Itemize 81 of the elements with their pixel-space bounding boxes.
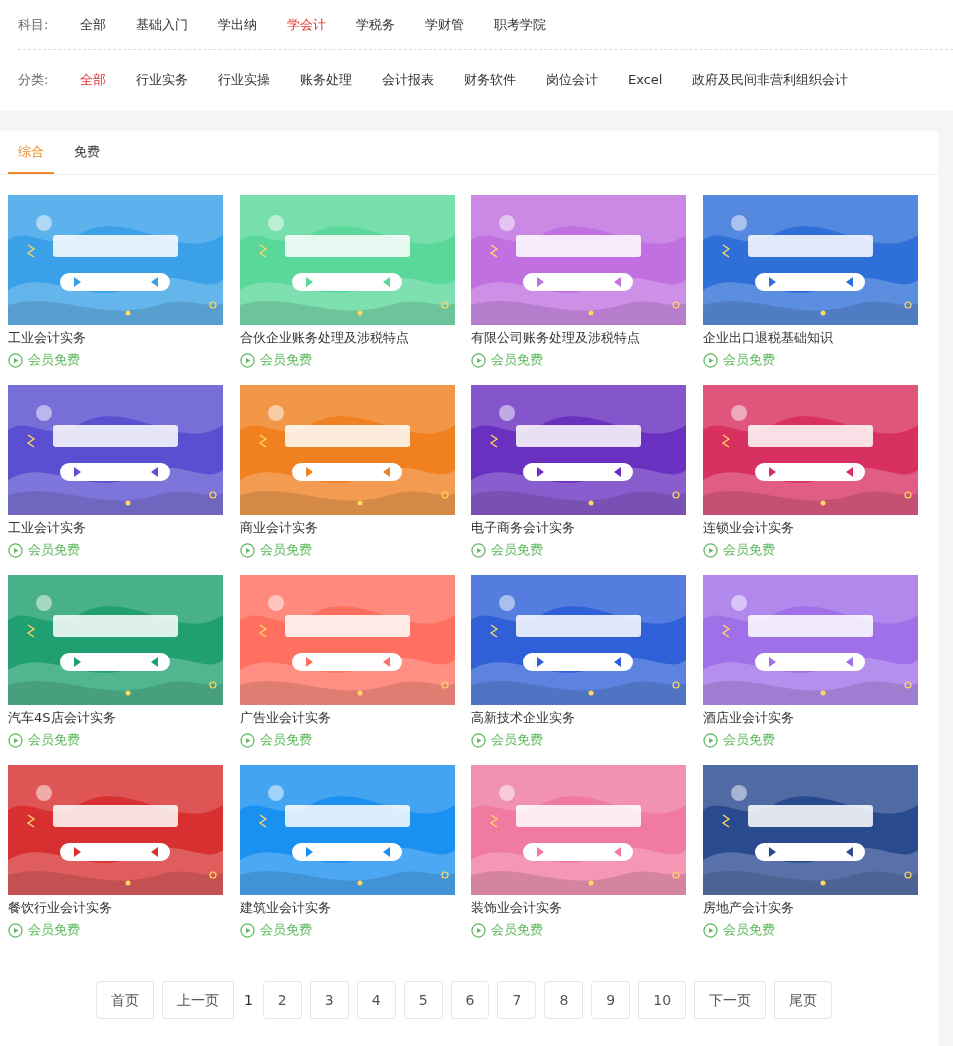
page-button[interactable]: 6 [450,981,490,1019]
filter-option[interactable]: 岗位会计 [546,70,598,90]
filter-option[interactable]: 财务软件 [464,70,516,90]
course-title[interactable]: 餐饮行业会计实务 [8,898,223,918]
price-label: 会员免费 [491,541,543,559]
price-label: 会员免费 [722,921,775,939]
play-icon [8,922,23,938]
filter-option[interactable]: 行业实操 [218,70,270,90]
page-button[interactable]: 首页 [95,981,154,1019]
course-title[interactable]: 房地产会计实务 [702,898,918,918]
filter-label: 科目: [18,15,50,34]
play-icon [239,732,255,748]
course-title[interactable]: 商业会计实务 [239,518,455,538]
page-button[interactable]: 8 [544,981,584,1019]
course-title[interactable]: 合伙企业账务处理及涉税特点 [239,328,455,348]
play-icon [702,352,718,368]
course-title[interactable]: 建筑业会计实务 [239,898,455,918]
filter-option[interactable]: 行业实务 [136,70,188,90]
filter-option[interactable]: 全部 [80,14,106,35]
filter-option[interactable]: 基础入门 [136,14,188,35]
course-title[interactable]: 装饰业会计实务 [471,898,686,918]
current-page: 1 [242,990,254,1010]
filter-option[interactable]: 职考学院 [494,14,546,35]
course-title[interactable]: 企业出口退税基础知识 [702,328,918,348]
course-title[interactable]: 电子商务会计实务 [471,518,686,538]
course-title[interactable]: 工业会计实务 [8,328,223,348]
price-label: 会员免费 [28,351,80,369]
course-title[interactable]: 汽车4S店会计实务 [8,708,223,728]
play-icon [8,542,23,558]
price-label: 会员免费 [259,921,312,939]
tab[interactable]: 免费 [64,131,110,174]
play-icon [8,732,23,748]
price-label: 会员免费 [491,921,543,939]
price-label: 会员免费 [491,351,543,369]
page-button[interactable]: 下一页 [694,981,767,1019]
price-label: 会员免费 [28,731,80,749]
play-icon [702,732,718,748]
play-icon [702,922,718,938]
course-title[interactable]: 高新技术企业实务 [471,708,686,728]
filter-option[interactable]: 学会计 [287,14,326,35]
page-button[interactable]: 上一页 [161,981,234,1019]
page-button[interactable]: 尾页 [774,981,833,1019]
play-icon [702,542,718,558]
course-title[interactable]: 酒店业会计实务 [702,708,918,728]
page-button[interactable]: 10 [638,981,687,1019]
course-title[interactable]: 广告业会计实务 [239,708,455,728]
play-icon [471,732,486,748]
play-icon [239,922,255,938]
filter-option[interactable]: 会计报表 [382,70,434,90]
price-label: 会员免费 [722,731,775,749]
play-icon [471,542,486,558]
page-button[interactable]: 5 [403,981,443,1019]
filter-option[interactable]: 学财管 [425,14,464,35]
page-button[interactable]: 7 [497,981,537,1019]
filter-option[interactable]: 学税务 [356,14,395,35]
page-button[interactable]: 3 [309,981,349,1019]
price-label: 会员免费 [259,731,312,749]
course-title[interactable]: 有限公司账务处理及涉税特点 [471,328,686,348]
play-icon [471,922,486,938]
price-label: 会员免费 [28,921,80,939]
play-icon [239,542,255,558]
price-label: 会员免费 [491,731,543,749]
filter-option[interactable]: 账务处理 [300,70,352,90]
price-label: 会员免费 [722,351,775,369]
price-label: 会员免费 [259,351,312,369]
play-icon [471,352,486,368]
page-button[interactable]: 4 [356,981,396,1019]
price-label: 会员免费 [259,541,312,559]
filter-label: 分类: [18,71,50,90]
filter-option[interactable]: Excel [628,70,663,90]
course-title[interactable]: 连锁业会计实务 [702,518,918,538]
play-icon [239,352,255,368]
filter-option[interactable]: 学出纳 [218,14,257,35]
price-label: 会员免费 [722,541,775,559]
filter-option[interactable]: 政府及民间非营利组织会计 [692,70,849,90]
price-label: 会员免费 [28,541,80,559]
course-title[interactable]: 工业会计实务 [8,518,223,538]
page-button[interactable]: 2 [262,981,302,1019]
page-button[interactable]: 9 [591,981,631,1019]
filter-option[interactable]: 全部 [80,70,106,90]
play-icon [8,352,23,368]
